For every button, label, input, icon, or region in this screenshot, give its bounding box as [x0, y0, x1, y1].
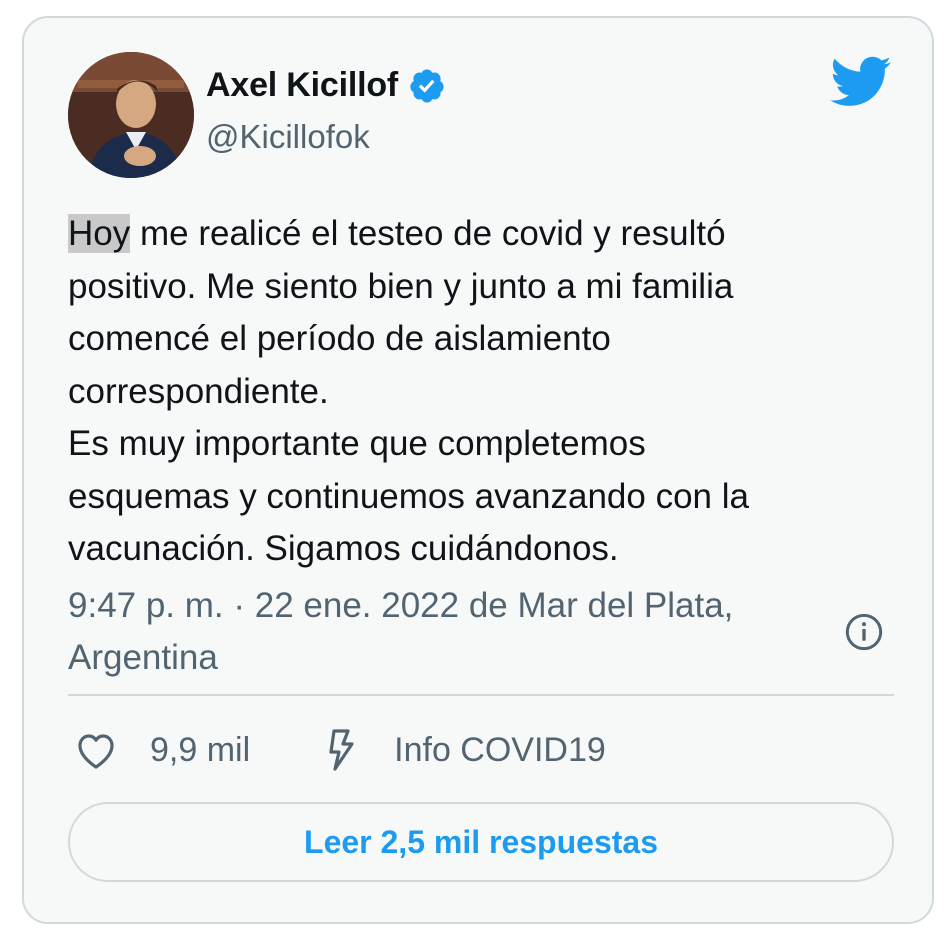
avatar-photo: [68, 52, 194, 178]
verified-badge-icon: [410, 68, 444, 103]
tweet-text: Hoy me realicé el testeo de covid y resu…: [68, 208, 868, 576]
tweet-timestamp[interactable]: 9:47 p. m. · 22 ene. 2022 de Mar del Pla…: [68, 580, 828, 684]
like-button[interactable]: 9,9 mil: [72, 726, 250, 774]
author-handle[interactable]: @Kicillofok: [206, 118, 370, 156]
divider: [68, 694, 894, 696]
author-row: Axel Kicillof: [206, 66, 446, 105]
highlighted-word: Hoy: [68, 214, 131, 253]
action-bar: 9,9 mil Info COVID19: [72, 720, 606, 780]
avatar[interactable]: [68, 52, 194, 178]
read-replies-button[interactable]: Leer 2,5 mil respuestas: [68, 802, 894, 882]
covid-info-link[interactable]: Info COVID19: [316, 726, 606, 774]
covid-info-label: Info COVID19: [394, 730, 606, 769]
lightning-icon: [329, 729, 354, 771]
like-count: 9,9 mil: [150, 730, 251, 769]
heart-icon: [78, 734, 114, 769]
info-icon[interactable]: [844, 612, 884, 652]
tweet-body: me realicé el testeo de covid y resultó …: [68, 214, 749, 568]
author-name[interactable]: Axel Kicillof: [206, 66, 398, 105]
twitter-bird-icon[interactable]: [830, 56, 892, 108]
tweet-card: Axel Kicillof @Kicillofok Hoy me realicé…: [22, 16, 934, 924]
